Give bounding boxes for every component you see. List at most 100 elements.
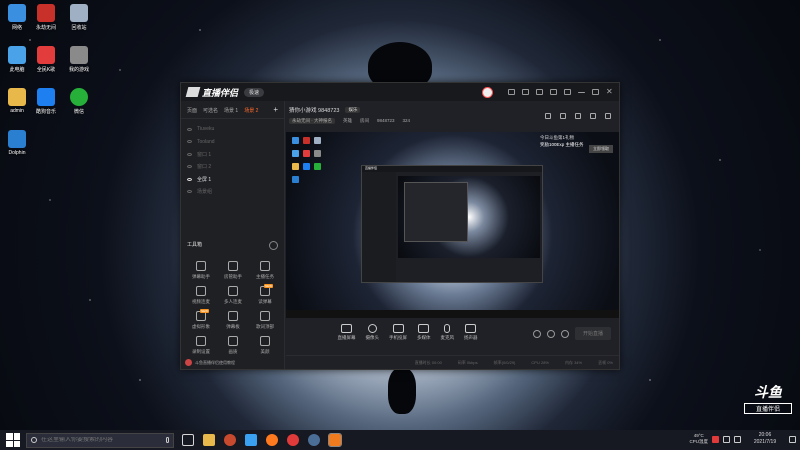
system-clock[interactable]: 20:06 2021/7/19: [745, 432, 785, 446]
netease-music-icon[interactable]: [287, 434, 299, 446]
new-badge: NEW: [200, 309, 209, 313]
desktop-icon[interactable]: 全民K歌: [30, 46, 62, 73]
tool-item[interactable]: 美颜: [249, 336, 281, 355]
search-input[interactable]: [41, 437, 141, 443]
notification-center-icon[interactable]: [789, 435, 796, 443]
desktop-icon[interactable]: 永劫无间: [30, 4, 62, 31]
firefox-icon[interactable]: [266, 434, 278, 446]
title-bar: 直播伴侣 极速 ✕: [181, 83, 619, 101]
taskbar-search[interactable]: [26, 432, 174, 448]
preview-claim-button[interactable]: 立即领取: [589, 145, 613, 153]
record-icon[interactable]: [532, 329, 541, 338]
tool-item[interactable]: NEW 虚拟形象: [185, 309, 217, 330]
add-scene-icon[interactable]: +: [273, 106, 278, 114]
phone-cast-button[interactable]: 手机投屏: [389, 323, 407, 341]
notification-icon[interactable]: [605, 113, 611, 119]
tool-item[interactable]: 录制设置: [185, 336, 217, 355]
tool-item[interactable]: NEW 读弹幕: [249, 284, 281, 305]
live-controls: 开始直播: [532, 327, 611, 340]
menu-icon[interactable]: [564, 89, 571, 95]
steam-icon[interactable]: [308, 434, 320, 446]
user-avatar[interactable]: [482, 86, 493, 98]
desktop-icon[interactable]: 回收站: [63, 4, 95, 31]
room-name[interactable]: 猜你小游戏 9848723: [289, 106, 339, 114]
eye-icon[interactable]: [187, 177, 192, 181]
tab-scene-2[interactable]: 场景 2: [244, 107, 258, 114]
settings-icon[interactable]: [550, 89, 557, 95]
source-item[interactable]: 窗口 2: [181, 161, 284, 174]
cpu-temp[interactable]: 49°C CPU温度: [689, 433, 708, 445]
tool-item[interactable]: 画质: [217, 336, 249, 355]
task-view-icon[interactable]: [182, 434, 194, 446]
lock-icon[interactable]: [560, 113, 566, 119]
media-button[interactable]: 多媒体: [417, 323, 431, 341]
input-method-icon[interactable]: [712, 435, 719, 443]
screen-capture-button[interactable]: 直播屏幕: [338, 323, 356, 341]
desktop-icon[interactable]: admin: [1, 88, 33, 114]
tab-scene-1[interactable]: 场景 1: [224, 107, 238, 114]
maximize-icon[interactable]: [592, 89, 599, 95]
preview-overlay-text: 今日斗鱼第1礼物 奖励100Exp 主播任务: [540, 135, 584, 147]
microphone-icon[interactable]: [166, 437, 169, 443]
eye-icon[interactable]: [187, 165, 192, 169]
start-live-button[interactable]: 开始直播: [574, 327, 611, 340]
share-icon[interactable]: [590, 113, 596, 119]
tutorial-tip[interactable]: 斗鱼直播伴侣使用教程: [185, 359, 235, 366]
status-bar: 直播时长 00:00 码率 0kbps 帧率(0/0/29) CPU 28% 内…: [286, 355, 619, 369]
camera-icon: [367, 323, 377, 333]
tool-item[interactable]: 房管助手: [217, 261, 249, 280]
live-helper-window: 直播伴侣 极速 ✕ 页面 可选名 场景 1 场景 2 + Tiuveku Too…: [180, 82, 620, 370]
video-link-icon: [196, 286, 206, 296]
volume-icon[interactable]: [734, 435, 741, 443]
skin-icon[interactable]: [536, 89, 543, 95]
store-icon[interactable]: [245, 434, 257, 446]
tool-item[interactable]: 弹幕板: [217, 311, 249, 330]
store-icon[interactable]: [545, 113, 551, 119]
desktop-icon[interactable]: 酷狗音乐: [30, 88, 62, 115]
source-item[interactable]: 场景组: [181, 186, 284, 199]
message-icon[interactable]: [508, 89, 515, 95]
camera-button[interactable]: 摄像头: [366, 323, 379, 341]
close-icon[interactable]: ✕: [606, 88, 613, 96]
tool-item[interactable]: 弹幕助手: [185, 261, 217, 280]
desktop-icon[interactable]: 此电脑: [1, 46, 33, 73]
desktop-icon[interactable]: Dolphin: [1, 130, 33, 156]
tool-item[interactable]: 歌词顶部: [249, 311, 281, 330]
minimize-icon[interactable]: [578, 91, 585, 93]
eye-icon[interactable]: [187, 190, 192, 194]
file-explorer-icon[interactable]: [203, 434, 215, 446]
visibility-icon[interactable]: [546, 329, 555, 338]
user-folder-icon: [8, 88, 26, 106]
tab-optional[interactable]: 可选名: [203, 107, 218, 114]
eye-icon[interactable]: [187, 127, 192, 131]
toolbox-more-icon[interactable]: [269, 241, 278, 250]
network-icon[interactable]: [723, 435, 730, 443]
desktop-icon[interactable]: 微信: [63, 88, 95, 115]
desktop-icon[interactable]: 我的游戏: [63, 46, 95, 73]
eye-icon[interactable]: [187, 140, 192, 144]
desktop-icon[interactable]: 网络: [1, 4, 33, 31]
app-logo: 直播伴侣: [185, 86, 238, 99]
eye-icon[interactable]: [187, 152, 192, 156]
stream-preview[interactable]: 直播伴侣 今日斗鱼第1礼物 奖励100Exp 主播任务 立即领取: [286, 132, 619, 318]
game-tag[interactable]: 永劫无间 · 大神报名: [289, 118, 335, 124]
source-item[interactable]: Tiuveku: [181, 123, 284, 136]
tab-page[interactable]: 页面: [187, 107, 197, 114]
game-launcher-icon[interactable]: [224, 434, 236, 446]
live-helper-icon[interactable]: [328, 433, 342, 447]
room-tag[interactable]: 娱乐: [345, 107, 361, 113]
speaker-button[interactable]: 扬声器: [464, 323, 478, 341]
microphone-button[interactable]: 麦克风: [441, 323, 454, 341]
tool-item[interactable]: 视频连麦: [185, 286, 217, 305]
scene-tabs: 页面 可选名 场景 1 场景 2 +: [181, 101, 284, 119]
tool-item[interactable]: 多人连麦: [217, 286, 249, 305]
gear-icon[interactable]: [560, 329, 569, 338]
source-item[interactable]: 全屏 1: [181, 173, 284, 186]
gift-icon[interactable]: [522, 89, 529, 95]
windows-start-icon[interactable]: [6, 433, 20, 447]
chart-icon[interactable]: [575, 113, 581, 119]
tool-item[interactable]: 主播任务: [249, 261, 281, 280]
version-pill[interactable]: 极速: [244, 87, 265, 97]
source-item[interactable]: Tooland: [181, 136, 284, 149]
source-item[interactable]: 窗口 1: [181, 148, 284, 161]
